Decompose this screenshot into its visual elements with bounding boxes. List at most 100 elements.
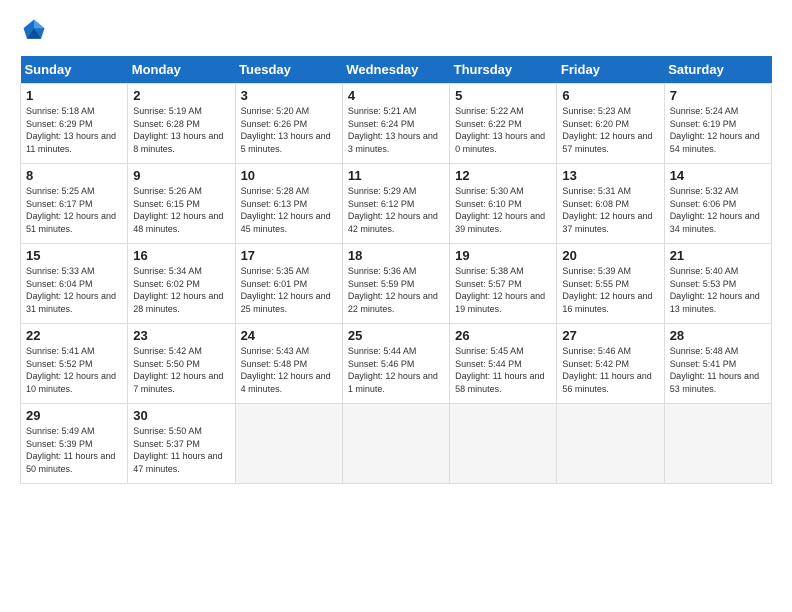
col-header-sunday: Sunday: [21, 56, 128, 84]
day-info: Sunrise: 5:43 AMSunset: 5:48 PMDaylight:…: [241, 345, 337, 395]
calendar-cell: 2 Sunrise: 5:19 AMSunset: 6:28 PMDaylight…: [128, 84, 235, 164]
day-number: 17: [241, 248, 337, 263]
calendar-cell: 14Sunrise: 5:32 AMSunset: 6:06 PMDayligh…: [664, 164, 771, 244]
calendar-cell: 20 Sunrise: 5:39 AMSunset: 5:55 PMDayligh…: [557, 244, 664, 324]
day-number: 30: [133, 408, 229, 423]
col-header-friday: Friday: [557, 56, 664, 84]
day-info: Sunrise: 5:21 AMSunset: 6:24 PMDaylight:…: [348, 105, 444, 155]
day-info: Sunrise: 5:48 AMSunset: 5:41 PMDaylight:…: [670, 345, 766, 395]
calendar-cell: 9Sunrise: 5:26 AMSunset: 6:15 PMDaylight…: [128, 164, 235, 244]
day-number: 19: [455, 248, 551, 263]
day-number: 29: [26, 408, 122, 423]
day-info: Sunrise: 5:19 AMSunset: 6:28 PMDaylight:…: [133, 105, 229, 155]
header: [20, 16, 772, 44]
day-info: Sunrise: 5:44 AMSunset: 5:46 PMDaylight:…: [348, 345, 444, 395]
day-number: 10: [241, 168, 337, 183]
calendar-cell: 12 Sunrise: 5:30 AMSunset: 6:10 PMDayligh…: [450, 164, 557, 244]
day-info: Sunrise: 5:30 AMSunset: 6:10 PMDaylight:…: [455, 185, 551, 235]
calendar-cell: 27Sunrise: 5:46 AMSunset: 5:42 PMDayligh…: [557, 324, 664, 404]
day-info: Sunrise: 5:40 AMSunset: 5:53 PMDaylight:…: [670, 265, 766, 315]
week-row-1: 1 Sunrise: 5:18 AMSunset: 6:29 PMDaylight…: [21, 84, 772, 164]
day-number: 21: [670, 248, 766, 263]
day-number: 20: [562, 248, 658, 263]
day-number: 4: [348, 88, 444, 103]
calendar-cell: 4 Sunrise: 5:21 AMSunset: 6:24 PMDaylight…: [342, 84, 449, 164]
week-row-2: 8Sunrise: 5:25 AMSunset: 6:17 PMDaylight…: [21, 164, 772, 244]
day-number: 7: [670, 88, 766, 103]
day-info: Sunrise: 5:22 AMSunset: 6:22 PMDaylight:…: [455, 105, 551, 155]
calendar-cell: 21 Sunrise: 5:40 AMSunset: 5:53 PMDayligh…: [664, 244, 771, 324]
day-number: 25: [348, 328, 444, 343]
day-number: 23: [133, 328, 229, 343]
calendar-cell: 13 Sunrise: 5:31 AMSunset: 6:08 PMDayligh…: [557, 164, 664, 244]
day-info: Sunrise: 5:41 AMSunset: 5:52 PMDaylight:…: [26, 345, 122, 395]
calendar-cell: 24 Sunrise: 5:43 AMSunset: 5:48 PMDayligh…: [235, 324, 342, 404]
day-info: Sunrise: 5:49 AMSunset: 5:39 PMDaylight:…: [26, 425, 122, 475]
day-number: 16: [133, 248, 229, 263]
day-number: 28: [670, 328, 766, 343]
calendar-cell: 6 Sunrise: 5:23 AMSunset: 6:20 PMDaylight…: [557, 84, 664, 164]
calendar-cell: 23Sunrise: 5:42 AMSunset: 5:50 PMDayligh…: [128, 324, 235, 404]
page: SundayMondayTuesdayWednesdayThursdayFrid…: [0, 0, 792, 494]
calendar-cell: 29 Sunrise: 5:49 AMSunset: 5:39 PMDayligh…: [21, 404, 128, 484]
calendar-cell: 30 Sunrise: 5:50 AMSunset: 5:37 PMDayligh…: [128, 404, 235, 484]
day-number: 12: [455, 168, 551, 183]
day-number: 5: [455, 88, 551, 103]
day-info: Sunrise: 5:38 AMSunset: 5:57 PMDaylight:…: [455, 265, 551, 315]
calendar-cell: [664, 404, 771, 484]
day-info: Sunrise: 5:24 AMSunset: 6:19 PMDaylight:…: [670, 105, 766, 155]
col-header-saturday: Saturday: [664, 56, 771, 84]
calendar-cell: [557, 404, 664, 484]
col-header-monday: Monday: [128, 56, 235, 84]
week-row-4: 22 Sunrise: 5:41 AMSunset: 5:52 PMDayligh…: [21, 324, 772, 404]
day-number: 1: [26, 88, 122, 103]
logo: [20, 16, 52, 44]
day-info: Sunrise: 5:45 AMSunset: 5:44 PMDaylight:…: [455, 345, 551, 395]
week-row-3: 15 Sunrise: 5:33 AMSunset: 6:04 PMDayligh…: [21, 244, 772, 324]
day-info: Sunrise: 5:31 AMSunset: 6:08 PMDaylight:…: [562, 185, 658, 235]
day-info: Sunrise: 5:29 AMSunset: 6:12 PMDaylight:…: [348, 185, 444, 235]
day-number: 2: [133, 88, 229, 103]
day-info: Sunrise: 5:34 AMSunset: 6:02 PMDaylight:…: [133, 265, 229, 315]
day-info: Sunrise: 5:50 AMSunset: 5:37 PMDaylight:…: [133, 425, 229, 475]
calendar-cell: [235, 404, 342, 484]
day-info: Sunrise: 5:23 AMSunset: 6:20 PMDaylight:…: [562, 105, 658, 155]
calendar-table: SundayMondayTuesdayWednesdayThursdayFrid…: [20, 56, 772, 484]
calendar-cell: 18Sunrise: 5:36 AMSunset: 5:59 PMDayligh…: [342, 244, 449, 324]
calendar-cell: 25 Sunrise: 5:44 AMSunset: 5:46 PMDayligh…: [342, 324, 449, 404]
day-number: 27: [562, 328, 658, 343]
day-number: 15: [26, 248, 122, 263]
col-header-wednesday: Wednesday: [342, 56, 449, 84]
calendar-cell: 11 Sunrise: 5:29 AMSunset: 6:12 PMDayligh…: [342, 164, 449, 244]
calendar-cell: 17Sunrise: 5:35 AMSunset: 6:01 PMDayligh…: [235, 244, 342, 324]
day-number: 3: [241, 88, 337, 103]
calendar-cell: [342, 404, 449, 484]
calendar-cell: [450, 404, 557, 484]
day-info: Sunrise: 5:18 AMSunset: 6:29 PMDaylight:…: [26, 105, 122, 155]
calendar-cell: 16 Sunrise: 5:34 AMSunset: 6:02 PMDayligh…: [128, 244, 235, 324]
calendar-cell: 5 Sunrise: 5:22 AMSunset: 6:22 PMDaylight…: [450, 84, 557, 164]
day-number: 26: [455, 328, 551, 343]
header-row: SundayMondayTuesdayWednesdayThursdayFrid…: [21, 56, 772, 84]
calendar-cell: 26 Sunrise: 5:45 AMSunset: 5:44 PMDayligh…: [450, 324, 557, 404]
day-number: 11: [348, 168, 444, 183]
calendar-cell: 19 Sunrise: 5:38 AMSunset: 5:57 PMDayligh…: [450, 244, 557, 324]
day-info: Sunrise: 5:36 AMSunset: 5:59 PMDaylight:…: [348, 265, 444, 315]
day-number: 24: [241, 328, 337, 343]
day-number: 13: [562, 168, 658, 183]
day-info: Sunrise: 5:20 AMSunset: 6:26 PMDaylight:…: [241, 105, 337, 155]
day-info: Sunrise: 5:25 AMSunset: 6:17 PMDaylight:…: [26, 185, 122, 235]
calendar-cell: 8Sunrise: 5:25 AMSunset: 6:17 PMDaylight…: [21, 164, 128, 244]
logo-icon: [20, 16, 48, 44]
day-info: Sunrise: 5:32 AMSunset: 6:06 PMDaylight:…: [670, 185, 766, 235]
day-number: 22: [26, 328, 122, 343]
calendar-cell: 10Sunrise: 5:28 AMSunset: 6:13 PMDayligh…: [235, 164, 342, 244]
calendar-cell: 28 Sunrise: 5:48 AMSunset: 5:41 PMDayligh…: [664, 324, 771, 404]
calendar-cell: 15 Sunrise: 5:33 AMSunset: 6:04 PMDayligh…: [21, 244, 128, 324]
day-number: 6: [562, 88, 658, 103]
day-info: Sunrise: 5:26 AMSunset: 6:15 PMDaylight:…: [133, 185, 229, 235]
calendar-cell: 22 Sunrise: 5:41 AMSunset: 5:52 PMDayligh…: [21, 324, 128, 404]
day-info: Sunrise: 5:39 AMSunset: 5:55 PMDaylight:…: [562, 265, 658, 315]
week-row-5: 29 Sunrise: 5:49 AMSunset: 5:39 PMDayligh…: [21, 404, 772, 484]
day-info: Sunrise: 5:33 AMSunset: 6:04 PMDaylight:…: [26, 265, 122, 315]
